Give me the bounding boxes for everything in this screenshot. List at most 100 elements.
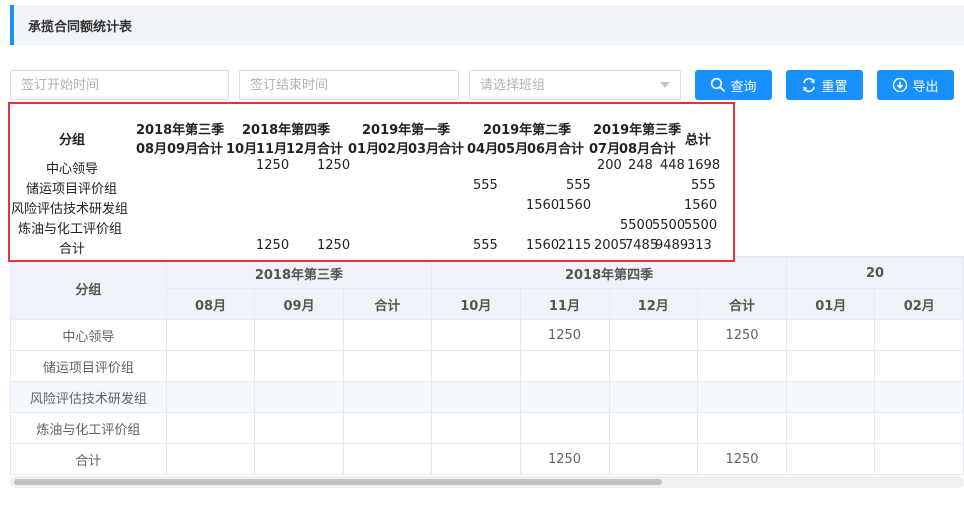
table-cell [431, 381, 521, 413]
popup-month-header: 合计 [558, 142, 585, 157]
table-cell [874, 412, 964, 444]
popup-month-header: 合计 [438, 142, 465, 157]
table-cell [608, 350, 699, 382]
quarter-header: 2018年第四季 [431, 257, 787, 289]
popup-month-header: 合计 [650, 142, 677, 157]
table-cell [874, 350, 964, 382]
table-cell [785, 412, 876, 444]
table-cell [342, 319, 433, 351]
popup-month-header: 02月 [378, 142, 410, 157]
query-button[interactable]: 查询 [695, 70, 772, 100]
popup-cell: 200 [597, 158, 622, 173]
popup-month-header: 07月 [589, 142, 621, 157]
popup-cell: 313 [687, 238, 712, 253]
export-button-label: 导出 [912, 79, 939, 95]
table-cell: 1250 [519, 319, 610, 351]
table-cell [342, 381, 433, 413]
table-cell: 1250 [519, 443, 610, 475]
page-title: 承揽合同额统计表 [28, 19, 133, 35]
stats-grid: 分组 2018年第三季 2018年第四季 20 08月 09月 合计 10月 1… [10, 257, 964, 475]
search-icon [711, 77, 726, 93]
popup-cell: 248 [628, 158, 653, 173]
download-icon [893, 77, 908, 93]
table-cell [519, 381, 610, 413]
table-cell [254, 443, 344, 475]
month-header: 02月 [874, 288, 964, 320]
quarter-header: 20 [786, 257, 964, 289]
month-header: 08月 [165, 288, 256, 320]
table-cell [342, 350, 433, 382]
reset-button[interactable]: 重置 [786, 70, 863, 100]
table-cell: 1250 [697, 319, 787, 351]
scrollbar-thumb[interactable] [14, 479, 662, 485]
end-date-field[interactable] [239, 70, 459, 100]
popup-total-header: 总计 [685, 133, 712, 148]
table-cell [342, 443, 433, 475]
table-cell [254, 319, 344, 351]
table-cell [519, 412, 610, 444]
table-cell [165, 319, 256, 351]
popup-cell: 9489 [655, 238, 689, 253]
start-date-field[interactable] [10, 70, 229, 100]
group-column-header: 分组 [10, 257, 167, 320]
end-date-input[interactable] [250, 71, 458, 99]
popup-month-header: 08月 [136, 142, 168, 157]
popup-cell: 1560 [526, 198, 560, 213]
table-cell [697, 381, 787, 413]
table-cell [874, 381, 964, 413]
popup-cell: 1560 [526, 238, 560, 253]
row-label: 炼油与化工评价组 [10, 412, 167, 444]
group-select-input[interactable] [480, 71, 680, 99]
month-header: 10月 [431, 288, 521, 320]
table-cell [785, 350, 876, 382]
refresh-icon [803, 77, 816, 93]
popup-cell: 1250 [256, 238, 290, 253]
group-select[interactable] [469, 70, 681, 100]
export-button[interactable]: 导出 [877, 70, 954, 100]
popup-quarter-header: 2018年第三季 [136, 123, 225, 138]
table-cell [697, 412, 787, 444]
query-button-label: 查询 [730, 79, 757, 95]
quarter-header: 2018年第三季 [165, 257, 433, 289]
popup-cell: 1250 [317, 158, 351, 173]
table-cell [431, 350, 521, 382]
table-row: 中心领导 1250 1250 [10, 319, 964, 351]
popup-month-header: 10月 [226, 142, 258, 157]
popup-month-header: 09月 [167, 142, 199, 157]
popup-cell: 7485 [625, 238, 659, 253]
table-cell [785, 381, 876, 413]
month-header: 01月 [785, 288, 876, 320]
popup-cell: 1698 [687, 158, 721, 173]
start-date-input[interactable] [21, 71, 228, 99]
table-cell [608, 319, 699, 351]
table-cell [431, 319, 521, 351]
popup-quarter-header: 2019年第三季 [593, 123, 682, 138]
popup-cell: 555 [566, 178, 591, 193]
popup-cell: 5500 [652, 218, 686, 233]
row-label: 合计 [10, 443, 167, 475]
table-row: 风险评估技术研发组 [10, 381, 964, 413]
row-label: 风险评估技术研发组 [10, 381, 167, 413]
table-cell [874, 443, 964, 475]
horizontal-scrollbar[interactable] [10, 476, 964, 488]
reset-button-label: 重置 [821, 79, 848, 95]
popup-cell: 5500 [620, 218, 654, 233]
popup-month-header: 03月 [408, 142, 440, 157]
popup-cell: 1250 [256, 158, 290, 173]
row-label: 储运项目评价组 [10, 350, 167, 382]
popup-cell: 2115 [558, 238, 592, 253]
table-row: 炼油与化工评价组 [10, 412, 964, 444]
popup-month-header: 08月 [619, 142, 651, 157]
popup-month-header: 11月 [256, 142, 288, 157]
popup-cell: 555 [473, 238, 498, 253]
page-title-bar: 承揽合同额统计表 [10, 5, 964, 45]
table-cell [697, 350, 787, 382]
popup-cell: 555 [691, 178, 716, 193]
table-cell [431, 412, 521, 444]
month-header: 12月 [608, 288, 699, 320]
popup-month-header: 06月 [527, 142, 559, 157]
popup-row-label: 中心领导 [46, 162, 99, 177]
table-cell [165, 381, 256, 413]
popup-cell: 555 [473, 178, 498, 193]
popup-row-label: 炼油与化工评价组 [18, 222, 123, 237]
